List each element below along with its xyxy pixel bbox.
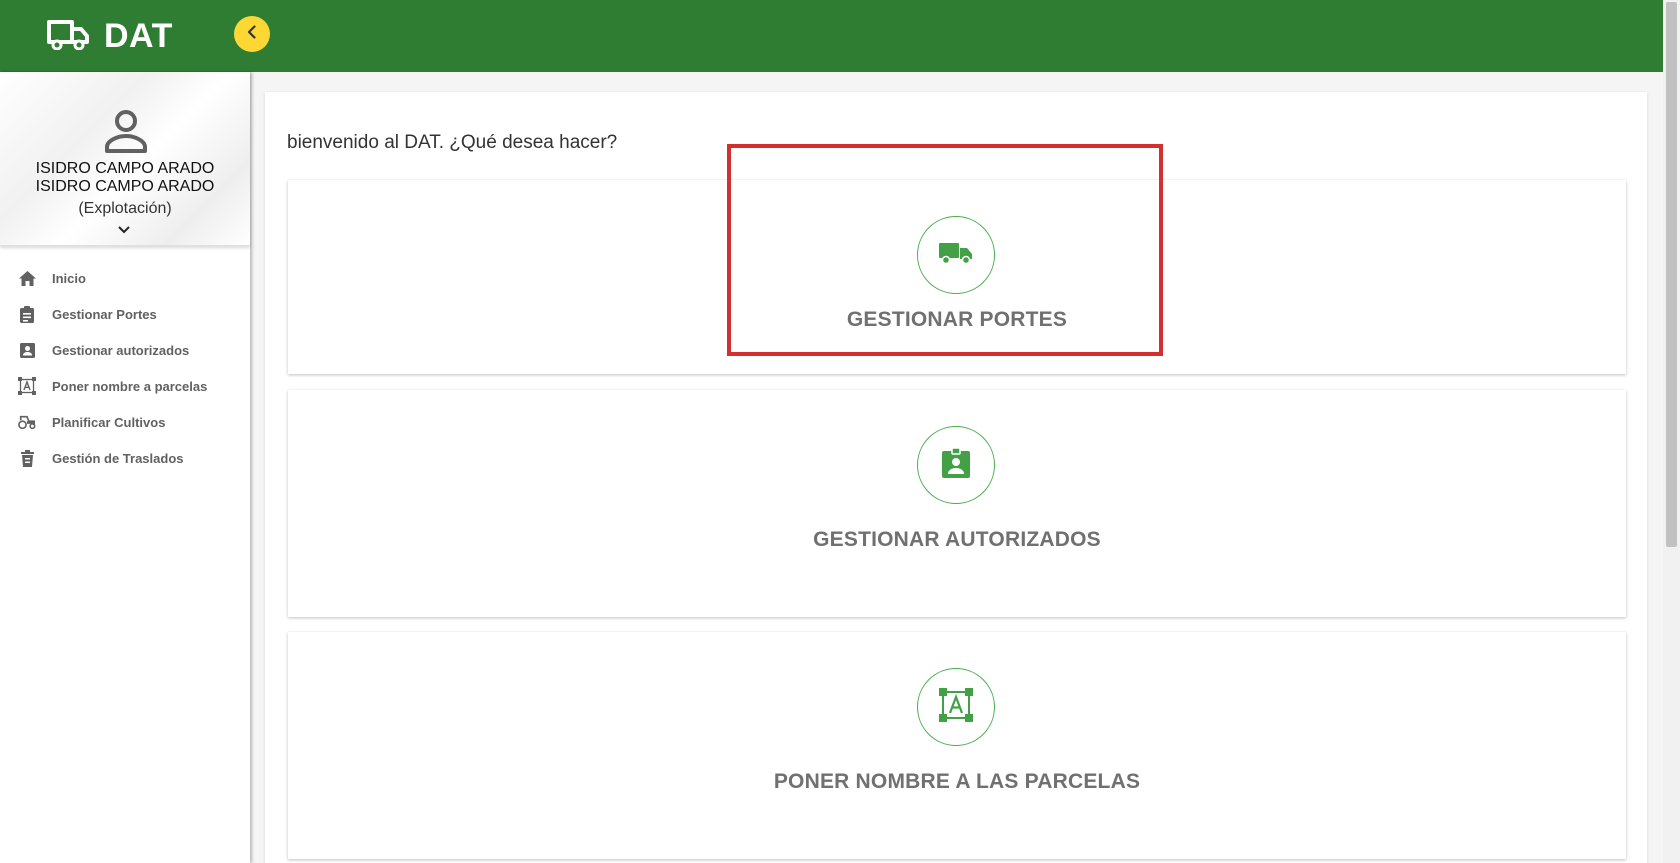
sidebar-item-gestionar-portes[interactable]: Gestionar Portes <box>0 296 250 332</box>
text-box-icon <box>18 377 36 395</box>
home-icon <box>18 269 36 287</box>
contact-card-icon <box>18 341 36 359</box>
action-title: GESTIONAR AUTORIZADOS <box>813 528 1101 551</box>
sidebar-item-label: Poner nombre a parcelas <box>52 378 208 394</box>
sidebar-item-label: Inicio <box>52 270 86 286</box>
user-role: (Explotación) <box>78 200 172 217</box>
chevron-left-icon <box>244 24 260 45</box>
app-root: DAT ISIDRO CAMPO ARADO ISIDRO CAMPO ARAD… <box>0 0 1680 863</box>
sidebar-item-label: Gestión de Traslados <box>52 450 184 466</box>
action-card-gestionar-portes[interactable]: GESTIONAR PORTES <box>288 180 1626 374</box>
user-name-line1: ISIDRO CAMPO ARADO <box>35 160 215 177</box>
sidebar-item-planificar-cultivos[interactable]: Planificar Cultivos <box>0 404 250 440</box>
text-box-icon <box>939 687 973 727</box>
action-title: PONER NOMBRE A LAS PARCELAS <box>773 770 1141 793</box>
chevron-down-icon[interactable] <box>117 222 131 240</box>
tractor-icon <box>18 413 36 431</box>
brand-name: DAT <box>104 16 173 55</box>
sidebar-item-gestion-traslados[interactable]: Gestión de Traslados <box>0 440 250 476</box>
badge-icon <box>942 446 970 483</box>
sidebar-item-gestionar-autorizados[interactable]: Gestionar autorizados <box>0 332 250 368</box>
action-title: GESTIONAR PORTES <box>846 308 1068 331</box>
action-icon-circle <box>917 216 995 294</box>
sidebar-item-poner-nombre-parcelas[interactable]: Poner nombre a parcelas <box>0 368 250 404</box>
brand[interactable]: DAT <box>46 16 173 56</box>
main-content: bienvenido al DAT. ¿Qué desea hacer? GES… <box>265 92 1647 863</box>
bin-icon <box>18 449 36 467</box>
page-scrollbar[interactable] <box>1663 0 1680 863</box>
action-icon-circle <box>917 426 995 504</box>
welcome-message: bienvenido al DAT. ¿Qué desea hacer? <box>287 132 618 153</box>
action-card-poner-nombre-parcelas[interactable]: PONER NOMBRE A LAS PARCELAS <box>288 632 1626 859</box>
user-profile: ISIDRO CAMPO ARADO ISIDRO CAMPO ARADO (E… <box>0 72 250 246</box>
sidebar-nav: Inicio Gestionar Portes Gestionar autori… <box>0 260 250 476</box>
scrollbar-thumb[interactable] <box>1666 2 1677 547</box>
truck-icon <box>939 241 973 270</box>
user-name-line2: ISIDRO CAMPO ARADO <box>35 178 215 195</box>
sidebar: ISIDRO CAMPO ARADO ISIDRO CAMPO ARADO (E… <box>0 72 250 863</box>
sidebar-item-inicio[interactable]: Inicio <box>0 260 250 296</box>
truck-icon <box>46 18 90 55</box>
sidebar-item-label: Gestionar Portes <box>52 306 157 322</box>
sidebar-item-label: Planificar Cultivos <box>52 414 166 430</box>
clipboard-icon <box>18 305 36 323</box>
sidebar-item-label: Gestionar autorizados <box>52 342 190 358</box>
collapse-sidebar-button[interactable] <box>234 16 270 52</box>
person-icon <box>104 108 148 159</box>
action-icon-circle <box>917 668 995 746</box>
action-card-gestionar-autorizados[interactable]: GESTIONAR AUTORIZADOS <box>288 390 1626 617</box>
